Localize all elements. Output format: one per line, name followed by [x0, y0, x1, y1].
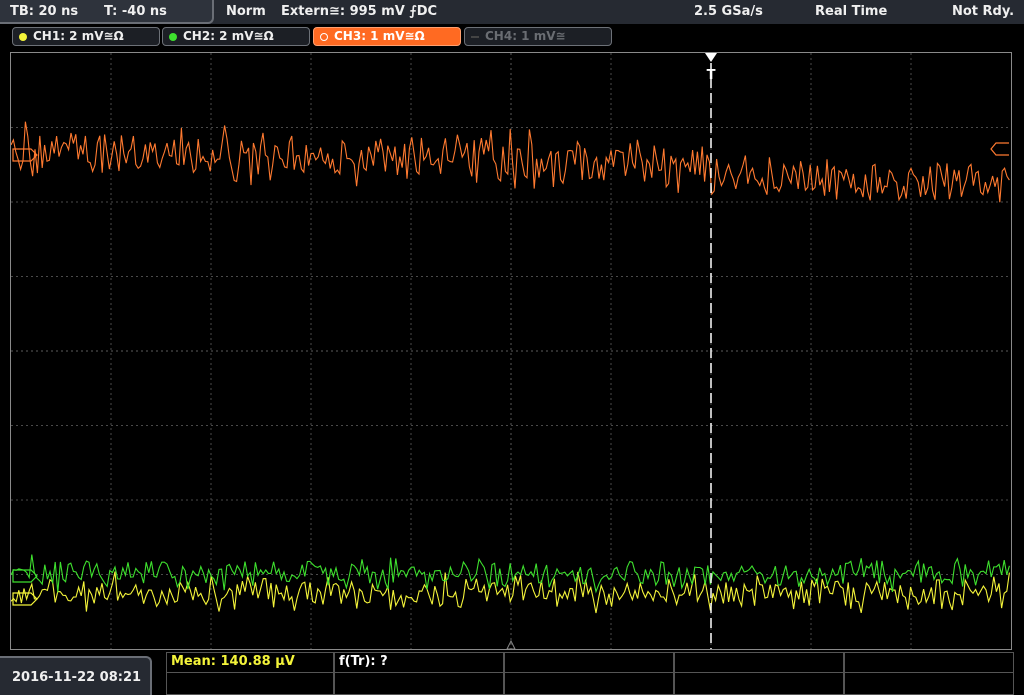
ch1-trace	[11, 571, 1010, 614]
ch2-dot-icon	[169, 33, 177, 41]
timebase-box[interactable]: TB: 20 ns T: -40 ns	[0, 0, 214, 24]
ch3-label: CH3: 1 mV≅Ω	[334, 29, 425, 43]
channel-ch4-button[interactable]: CH4: 1 mV≅	[464, 27, 612, 46]
waveform-display[interactable]: T	[10, 52, 1012, 650]
measurement-slot-9[interactable]	[674, 673, 844, 695]
ch2-trace	[11, 554, 1010, 594]
ch4-label: CH4: 1 mV≅	[485, 29, 566, 43]
ch3-dot-icon	[320, 33, 328, 41]
ch2-label: CH2: 2 mV≅Ω	[183, 29, 274, 43]
ch3-right-marker-icon	[990, 142, 1009, 156]
timebase-readout[interactable]: TB: 20 ns	[10, 4, 78, 19]
trigger-label: T	[707, 68, 716, 83]
trigger-time-readout[interactable]: T: -40 ns	[104, 4, 167, 19]
trigger-source[interactable]: Extern≅: 995 mV ⨍DC	[281, 4, 437, 19]
measurement-slot-10[interactable]	[844, 673, 1014, 695]
measurement-slot-3[interactable]	[504, 652, 674, 673]
channel-ch2-button[interactable]: CH2: 2 mV≅Ω	[162, 27, 310, 46]
measurement-slot-4[interactable]	[674, 652, 844, 673]
ch3-trace	[11, 121, 1010, 203]
ch1-dot-icon	[19, 33, 27, 41]
measurement-slot-5[interactable]	[844, 652, 1014, 673]
info-bar: 2016-11-22 08:21 Mean: 140.88 µV f(Tr): …	[0, 652, 1024, 695]
measurement-frequency[interactable]: f(Tr): ?	[334, 652, 504, 673]
status-bar: TB: 20 ns T: -40 ns Norm Extern≅: 995 mV…	[0, 0, 1024, 24]
channel-bar: CH1: 2 mV≅Ω CH2: 2 mV≅Ω CH3: 1 mV≅Ω CH4:…	[0, 25, 1024, 49]
channel-ch1-button[interactable]: CH1: 2 mV≅Ω	[12, 27, 160, 46]
measurement-slot-8[interactable]	[504, 673, 674, 695]
acquisition-mode[interactable]: Real Time	[815, 4, 887, 19]
ch1-label: CH1: 2 mV≅Ω	[33, 29, 124, 43]
measurement-mean[interactable]: Mean: 140.88 µV	[166, 652, 334, 673]
datetime: 2016-11-22 08:21	[12, 670, 142, 685]
measurement-slot-6[interactable]	[166, 673, 334, 695]
ch4-dot-icon	[471, 36, 479, 38]
sample-rate[interactable]: 2.5 GSa/s	[694, 4, 763, 19]
traces	[11, 121, 1010, 614]
trigger-position-icon[interactable]	[705, 53, 717, 62]
datetime-box: 2016-11-22 08:21	[0, 656, 152, 695]
measurement-slot-7[interactable]	[334, 673, 504, 695]
channel-ch3-button[interactable]: CH3: 1 mV≅Ω	[313, 27, 461, 46]
trigger-mode[interactable]: Norm	[226, 4, 266, 19]
acquisition-status: Not Rdy.	[952, 4, 1015, 19]
waveform-plot[interactable]: T	[11, 53, 1011, 649]
